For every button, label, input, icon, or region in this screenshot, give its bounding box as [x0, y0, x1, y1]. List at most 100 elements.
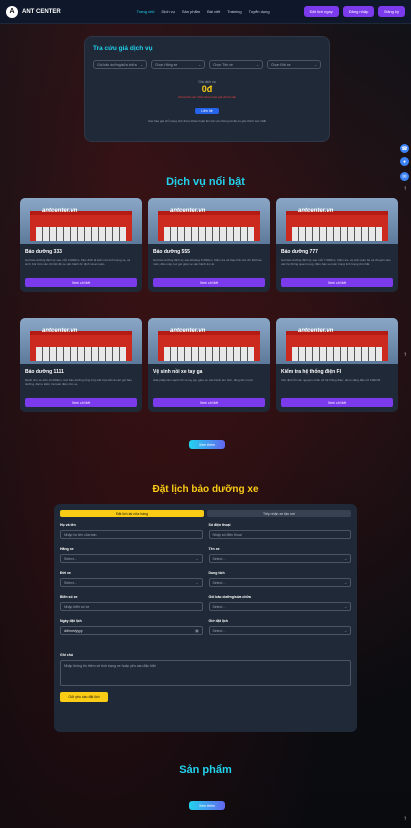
price-error: Chưa thể xác nhận được báo giá chính xác: [178, 95, 236, 99]
nav-training[interactable]: Training: [227, 9, 241, 14]
year-dropdown[interactable]: Select... ⌄: [60, 578, 203, 587]
package-dropdown[interactable]: Select... ⌄: [208, 602, 351, 611]
login-button[interactable]: Đăng nhập: [342, 6, 375, 17]
chevron-down-icon: ⌄: [195, 580, 199, 585]
package-label: Gói bảo dưỡng/sửa chữa: [208, 595, 251, 599]
chevron-down-icon: ⌄: [314, 62, 317, 67]
service-title: Bảo dưỡng 1111: [25, 369, 64, 375]
service-image: antcenter.vn: [20, 318, 142, 364]
nav-careers[interactable]: Tuyển dụng: [249, 9, 270, 14]
service-image: antcenter.vn: [276, 318, 398, 364]
brand-dropdown[interactable]: Select... ⌄: [60, 554, 203, 563]
model-select-value: Chọn Tên xe: [213, 62, 233, 67]
nav-posts[interactable]: Bài viết: [207, 9, 220, 14]
products-more-button[interactable]: Xem thêm: [189, 801, 225, 810]
model-dropdown-value: Select...: [212, 556, 226, 561]
products-title: Sản phẩm: [179, 764, 232, 776]
service-image: antcenter.vn: [20, 198, 142, 244]
arrow-up-icon[interactable]: ↑: [401, 352, 409, 360]
nav-services[interactable]: Dịch vụ: [162, 9, 175, 14]
booking-title: Đặt lịch bảo dưỡng xe: [152, 484, 259, 495]
notes-textarea[interactable]: Nhập thông tin thêm về tình trạng xe hoặ…: [60, 660, 351, 686]
model-label: Tên xe: [208, 547, 220, 551]
time-dropdown-value: Select...: [212, 628, 226, 633]
package-dropdown-value: Select...: [212, 604, 226, 609]
service-desc: Dành cho xe trên 11.000km. Gói bảo dưỡng…: [25, 378, 132, 386]
submit-booking-button[interactable]: Gửi yêu cầu đặt lịch: [60, 692, 108, 702]
chevron-down-icon: ⌄: [344, 628, 347, 633]
service-title: Bảo dưỡng 555: [153, 249, 190, 255]
chevron-down-icon: ⌄: [140, 62, 143, 67]
chevron-down-icon: ⌄: [256, 62, 259, 67]
tab-home-pickup[interactable]: Tiếp nhận xe tận nơi: [207, 510, 351, 517]
capacity-dropdown-value: Select...: [212, 580, 226, 585]
model-dropdown[interactable]: Select... ⌄: [208, 554, 351, 563]
main-nav: Trang chủ Dịch vụ Sản phẩm Bài viết Trai…: [137, 9, 270, 14]
service-title: Vệ sinh nồi xe tay ga: [153, 369, 203, 375]
nav-home[interactable]: Trang chủ: [137, 9, 155, 14]
chevron-down-icon: ⌄: [344, 580, 347, 585]
service-detail-button[interactable]: Xem chi tiết: [281, 398, 393, 407]
service-title: Bảo dưỡng 777: [281, 249, 318, 255]
notes-label: Ghi chú: [60, 653, 74, 657]
service-card: antcenter.vn Bảo dưỡng 333 Gói bảo dưỡng…: [20, 198, 142, 292]
price-value: 0đ: [201, 84, 213, 94]
phone-input-placeholder: Nhập số điện thoại: [212, 532, 242, 537]
brand-label: Hãng xe: [60, 547, 74, 551]
service-detail-button[interactable]: Xem chi tiết: [25, 278, 137, 287]
chevron-down-icon: ⌄: [344, 556, 347, 561]
plate-label: Biển số xe: [60, 595, 78, 599]
plate-input[interactable]: Nhập biển số xe: [60, 602, 203, 611]
brand-name: ANT CENTER: [22, 8, 61, 15]
site-header: A ANT CENTER Trang chủ Dịch vụ Sản phẩm …: [0, 0, 411, 24]
package-select-value: Gói bảo dưỡng/sửa chữa: [97, 62, 137, 67]
model-select[interactable]: Chọn Tên xe ⌄: [209, 60, 263, 69]
service-image: antcenter.vn: [276, 198, 398, 244]
service-image: antcenter.vn: [148, 318, 270, 364]
service-title: Kiểm tra hệ thống điện FI: [281, 369, 342, 375]
brand-dropdown-value: Select...: [64, 556, 77, 561]
service-detail-button[interactable]: Xem chi tiết: [281, 278, 393, 287]
service-desc: Gói bảo dưỡng định kỳ sau mỗi 7.000km. K…: [281, 258, 391, 266]
time-dropdown[interactable]: Select... ⌄: [208, 626, 351, 635]
arrow-up-icon[interactable]: ↑: [401, 816, 409, 824]
booking-form: Đặt lịch tại cửa hàng Tiếp nhận xe tận n…: [54, 504, 357, 732]
register-button[interactable]: Đăng ký: [378, 6, 405, 17]
service-detail-button[interactable]: Xem chi tiết: [25, 398, 137, 407]
phone-input[interactable]: Nhập số điện thoại: [208, 530, 351, 539]
package-select[interactable]: Gói bảo dưỡng/sửa chữa ⌄: [93, 60, 147, 69]
calendar-icon: ▦: [195, 628, 199, 633]
name-label: Họ và tên: [60, 523, 76, 527]
year-select-value: Chọn Đời xe: [271, 62, 291, 67]
price-lookup-title: Tra cứu giá dịch vụ: [93, 45, 153, 52]
notes-placeholder: Nhập thông tin thêm về tình trạng xe hoặ…: [64, 664, 156, 668]
tab-store-booking[interactable]: Đặt lịch tại cửa hàng: [60, 510, 204, 517]
logo[interactable]: A ANT CENTER: [6, 5, 61, 18]
service-card: antcenter.vn Bảo dưỡng 555 Gói bảo dưỡng…: [148, 198, 270, 292]
date-label: Ngày đặt lịch: [60, 619, 82, 623]
nav-products[interactable]: Sản phẩm: [182, 9, 200, 14]
brand-select[interactable]: Chọn Hãng xe ⌄: [151, 60, 205, 69]
service-detail-button[interactable]: Xem chi tiết: [153, 278, 265, 287]
service-card: antcenter.vn Kiểm tra hệ thống điện FI X…: [276, 318, 398, 412]
service-image: antcenter.vn: [148, 198, 270, 244]
brand-select-value: Chọn Hãng xe: [155, 62, 178, 67]
capacity-dropdown[interactable]: Select... ⌄: [208, 578, 351, 587]
phone-icon[interactable]: ☎: [400, 144, 409, 153]
phone-label: Số điện thoại: [208, 523, 231, 527]
book-now-button[interactable]: Đặt lịch ngay: [303, 6, 339, 17]
date-input-value: dd/mm/yyyy: [64, 628, 83, 633]
services-more-button[interactable]: Xem thêm: [189, 440, 225, 449]
time-label: Giờ đặt lịch: [208, 619, 228, 623]
service-card: antcenter.vn Bảo dưỡng 777 Gói bảo dưỡng…: [276, 198, 398, 292]
date-input[interactable]: dd/mm/yyyy ▦: [60, 626, 203, 635]
contact-button[interactable]: Liên hệ: [195, 108, 219, 114]
year-select[interactable]: Chọn Đời xe ⌄: [267, 60, 321, 69]
services-title: Dịch vụ nổi bật: [166, 176, 245, 188]
price-lookup-panel: Tra cứu giá dịch vụ Gói bảo dưỡng/sửa ch…: [84, 36, 330, 142]
year-label: Đời xe: [60, 571, 71, 575]
service-desc: Gói bảo dưỡng định kỳ sau mỗi 3.000km. M…: [25, 258, 131, 266]
location-icon[interactable]: ●: [400, 157, 409, 166]
service-detail-button[interactable]: Xem chi tiết: [153, 398, 265, 407]
name-input[interactable]: Nhập họ tên của bạn: [60, 530, 203, 539]
